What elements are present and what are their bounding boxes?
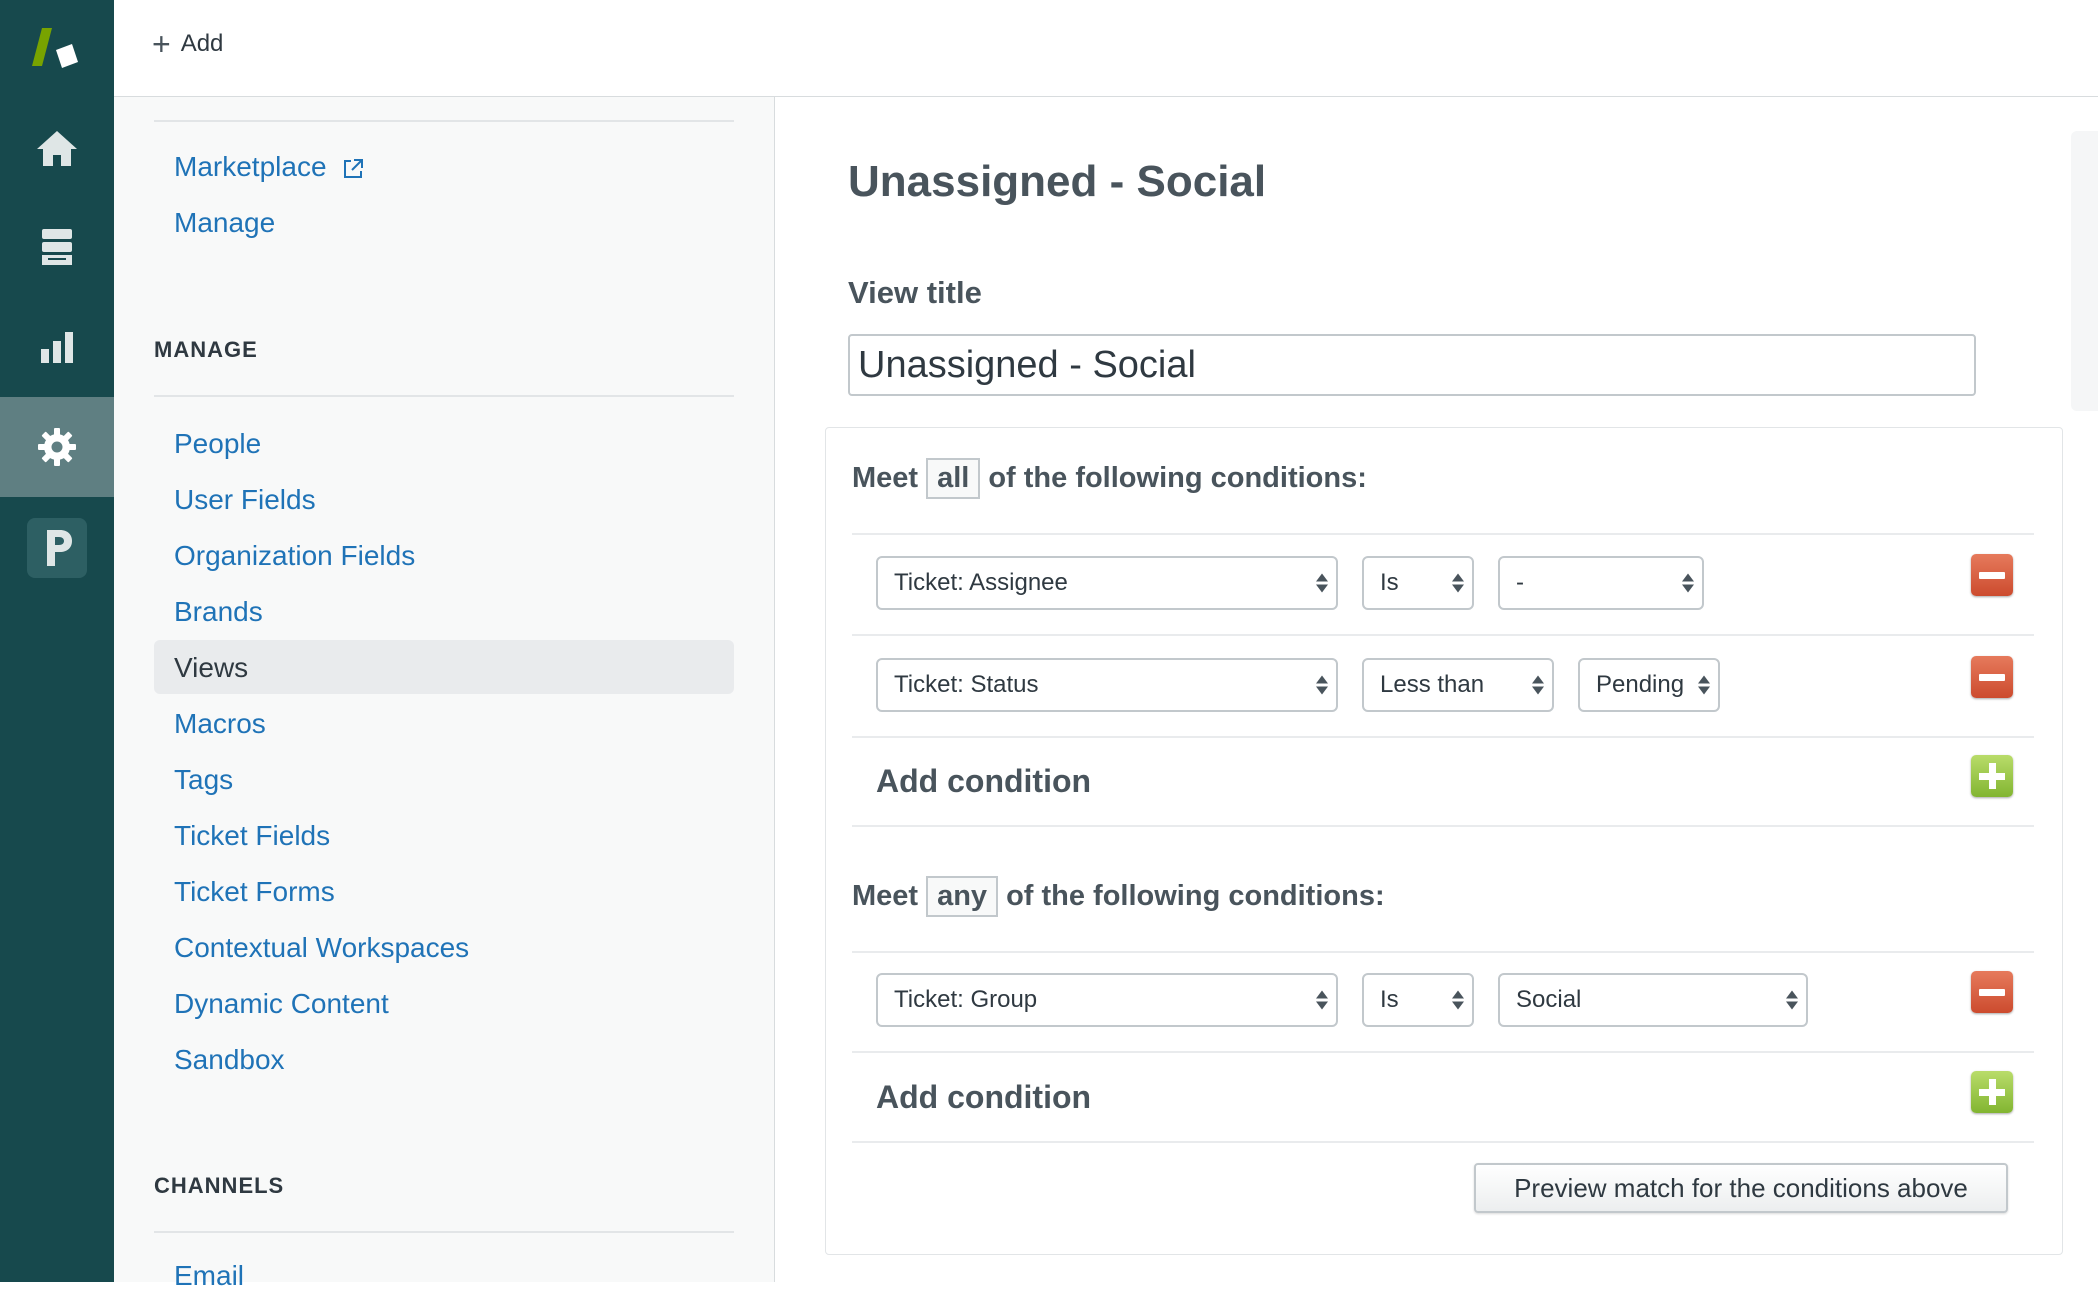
row-divider <box>852 1051 2034 1053</box>
meet-mode-any: any <box>926 876 999 917</box>
home-icon[interactable] <box>0 98 114 198</box>
select-value: Is <box>1380 569 1399 596</box>
remove-condition-button[interactable] <box>1971 971 2013 1013</box>
condition-operator-select[interactable]: Is <box>1362 556 1474 610</box>
sidebar-item-organization-fields[interactable]: Organization Fields <box>174 540 415 572</box>
sidebar-divider <box>154 1231 734 1233</box>
external-link-icon <box>344 158 364 178</box>
view-title-input[interactable] <box>848 334 1976 396</box>
admin-sidebar: Marketplace Manage MANAGE People User Fi… <box>114 97 775 1291</box>
minus-icon <box>1979 571 2005 579</box>
select-value: Is <box>1380 986 1399 1013</box>
app-p-icon[interactable] <box>0 498 114 598</box>
meet-prefix: Meet <box>852 462 919 494</box>
select-value: Ticket: Status <box>894 671 1039 698</box>
top-bar: + Add <box>114 0 2098 97</box>
scroll-track <box>2071 131 2098 411</box>
row-divider <box>852 533 2034 535</box>
condition-operator-select[interactable]: Is <box>1362 973 1474 1027</box>
add-condition-label[interactable]: Add condition <box>876 1079 1091 1116</box>
add-condition-button[interactable] <box>1971 1071 2013 1113</box>
meet-mode-all: all <box>926 458 981 499</box>
sidebar-item-label: Marketplace <box>174 151 327 182</box>
select-arrows-icon <box>1316 675 1328 695</box>
meet-any-header: Meet any of the following conditions: <box>852 876 1385 917</box>
page-title: Unassigned - Social <box>848 157 1267 206</box>
sidebar-item-manage[interactable]: Manage <box>174 207 275 239</box>
zendesk-logo-icon[interactable] <box>28 24 84 70</box>
plus-icon <box>1979 763 2005 789</box>
manage-heading: MANAGE <box>154 337 258 362</box>
condition-value-select[interactable]: Social <box>1498 973 1808 1027</box>
sidebar-item-views[interactable]: Views <box>174 652 248 684</box>
condition-field-select[interactable]: Ticket: Status <box>876 658 1338 712</box>
select-arrows-icon <box>1532 675 1544 695</box>
condition-value-select[interactable]: - <box>1498 556 1704 610</box>
sidebar-divider <box>154 120 734 122</box>
select-arrows-icon <box>1316 573 1328 593</box>
sidebar-item-macros[interactable]: Macros <box>174 708 266 740</box>
sidebar-item-ticket-fields[interactable]: Ticket Fields <box>174 820 330 852</box>
sidebar-item-user-fields[interactable]: User Fields <box>174 484 316 516</box>
meet-all-header: Meet all of the following conditions: <box>852 458 1367 499</box>
condition-value-select[interactable]: Pending <box>1578 658 1720 712</box>
preview-match-button[interactable]: Preview match for the conditions above <box>1474 1163 2008 1213</box>
select-arrows-icon <box>1316 990 1328 1010</box>
channels-heading: CHANNELS <box>154 1173 285 1198</box>
minus-icon <box>1979 673 2005 681</box>
row-divider <box>852 736 2034 738</box>
admin-gear-icon[interactable] <box>0 397 114 497</box>
view-title-label: View title <box>848 275 982 310</box>
row-divider <box>852 951 2034 953</box>
condition-field-select[interactable]: Ticket: Group <box>876 973 1338 1027</box>
sidebar-item-sandbox[interactable]: Sandbox <box>174 1044 285 1076</box>
sidebar-item-marketplace[interactable]: Marketplace <box>174 151 364 183</box>
add-condition-label[interactable]: Add condition <box>876 763 1091 800</box>
select-arrows-icon <box>1786 990 1798 1010</box>
sidebar-item-dynamic-content[interactable]: Dynamic Content <box>174 988 389 1020</box>
select-value: Ticket: Group <box>894 986 1038 1013</box>
row-divider <box>852 634 2034 636</box>
remove-condition-button[interactable] <box>1971 656 2013 698</box>
select-arrows-icon <box>1452 990 1464 1010</box>
views-icon[interactable] <box>0 197 114 297</box>
add-button-label: Add <box>180 30 224 57</box>
select-value: Pending <box>1596 671 1685 698</box>
sidebar-item-ticket-forms[interactable]: Ticket Forms <box>174 876 335 908</box>
add-condition-button[interactable] <box>1971 755 2013 797</box>
meet-suffix: of the following conditions: <box>988 462 1367 494</box>
minus-icon <box>1979 988 2005 996</box>
select-value: Less than <box>1380 671 1485 698</box>
sidebar-divider <box>154 395 734 397</box>
sidebar-item-tags[interactable]: Tags <box>174 764 233 796</box>
select-arrows-icon <box>1682 573 1694 593</box>
meet-prefix: Meet <box>852 880 919 912</box>
reporting-icon[interactable] <box>0 297 114 397</box>
plus-icon: + <box>152 26 171 62</box>
remove-condition-button[interactable] <box>1971 554 2013 596</box>
condition-operator-select[interactable]: Less than <box>1362 658 1554 712</box>
select-value: - <box>1516 569 1524 596</box>
plus-icon <box>1979 1079 2005 1105</box>
product-rail <box>0 0 114 1282</box>
select-value: Social <box>1516 986 1582 1013</box>
select-value: Ticket: Assignee <box>894 569 1068 596</box>
add-button[interactable]: + Add <box>152 26 224 62</box>
main-content: Unassigned - Social View title Meet all … <box>775 97 2098 1282</box>
row-divider <box>852 1141 2034 1143</box>
conditions-panel: Meet all of the following conditions: Ti… <box>825 427 2063 1255</box>
sidebar-item-email[interactable]: Email <box>174 1260 244 1292</box>
meet-suffix: of the following conditions: <box>1006 880 1385 912</box>
condition-field-select[interactable]: Ticket: Assignee <box>876 556 1338 610</box>
sidebar-item-contextual-workspaces[interactable]: Contextual Workspaces <box>174 932 469 964</box>
row-divider <box>852 825 2034 827</box>
select-arrows-icon <box>1698 675 1710 695</box>
sidebar-item-brands[interactable]: Brands <box>174 596 263 628</box>
sidebar-item-people[interactable]: People <box>174 428 261 460</box>
select-arrows-icon <box>1452 573 1464 593</box>
